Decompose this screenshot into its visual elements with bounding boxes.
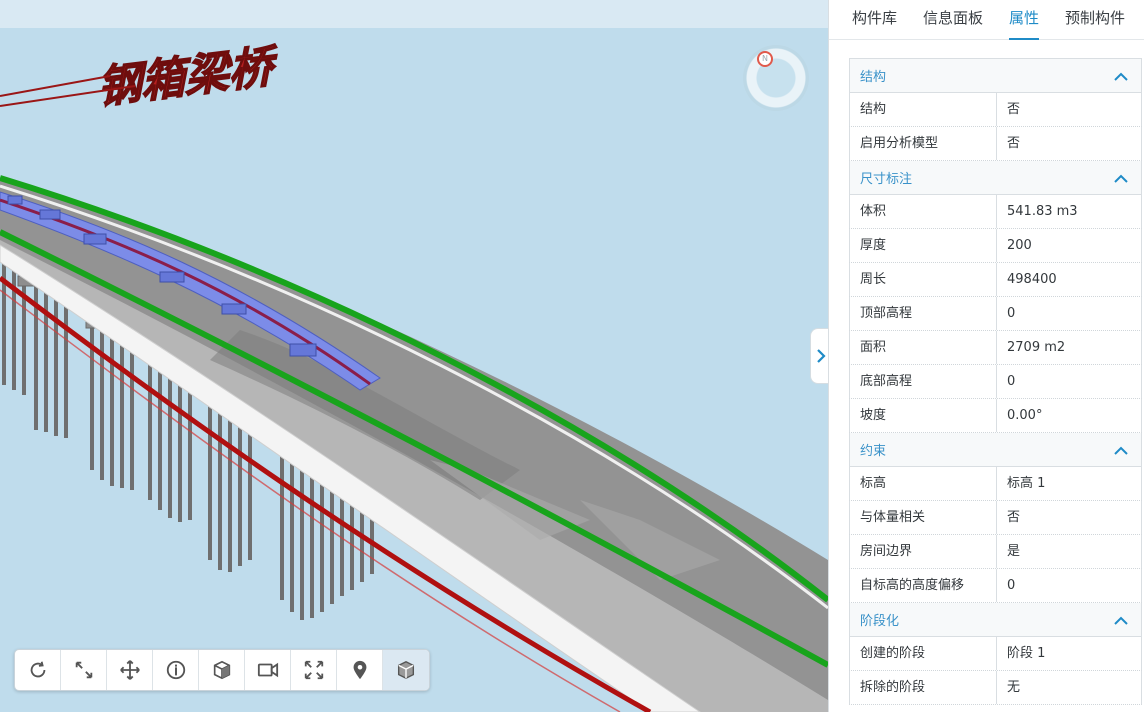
property-key: 体积	[850, 195, 997, 228]
section-title: 尺寸标注	[860, 172, 913, 187]
3d-viewport[interactable]: 钢箱梁桥 N	[0, 0, 828, 712]
tab-properties[interactable]: 属性	[996, 0, 1052, 40]
property-key: 底部高程	[850, 365, 997, 398]
property-row: 标高 标高 1	[849, 467, 1142, 501]
property-key: 面积	[850, 331, 997, 364]
property-row: 面积 2709 m2	[849, 331, 1142, 365]
bridge-model[interactable]: 钢箱梁桥	[0, 0, 828, 712]
property-value: 200	[1007, 238, 1032, 253]
chevron-up-icon	[1114, 72, 1128, 81]
property-key: 拆除的阶段	[850, 671, 997, 704]
property-value: 无	[1007, 680, 1021, 695]
property-row: 体积 541.83 m3	[849, 195, 1142, 229]
fullscreen-icon	[304, 660, 323, 680]
pan-move-icon	[119, 660, 140, 680]
tab-component-library[interactable]: 构件库	[839, 0, 910, 40]
location-pin-icon	[353, 660, 366, 680]
section-header-dimensions[interactable]: 尺寸标注	[849, 161, 1142, 195]
panel-tabs: 构件库 信息面板 属性 预制构件	[829, 0, 1144, 40]
section-box-icon	[213, 660, 230, 680]
property-key: 厚度	[850, 229, 997, 262]
section-header-structure[interactable]: 结构	[849, 59, 1142, 93]
compass-north-icon: N	[757, 51, 773, 67]
property-row: 创建的阶段 阶段 1	[849, 637, 1142, 671]
property-key: 标高	[850, 467, 997, 500]
property-row: 结构 否	[849, 93, 1142, 127]
section-header-constraints[interactable]: 约束	[849, 433, 1142, 467]
property-row: 启用分析模型 否	[849, 127, 1142, 161]
property-row: 底部高程 0	[849, 365, 1142, 399]
property-row: 厚度 200	[849, 229, 1142, 263]
property-key: 坡度	[850, 399, 997, 432]
property-value: 阶段 1	[1007, 646, 1046, 661]
location-button[interactable]	[337, 650, 383, 690]
property-value: 否	[1007, 102, 1021, 117]
chevron-up-icon	[1114, 616, 1128, 625]
scene-3d-text: 钢箱梁桥	[96, 39, 281, 114]
info-icon	[166, 660, 185, 680]
zoom-region-button[interactable]	[61, 650, 107, 690]
property-value: 0	[1007, 306, 1016, 321]
pan-button[interactable]	[107, 650, 153, 690]
property-value: 498400	[1007, 272, 1057, 287]
chevron-right-icon	[816, 349, 826, 363]
view-compass[interactable]: N	[743, 45, 809, 111]
property-value: 541.83 m3	[1007, 204, 1078, 219]
property-row: 顶部高程 0	[849, 297, 1142, 331]
chevron-up-icon	[1114, 446, 1128, 455]
zoom-region-icon	[75, 661, 92, 679]
property-key: 自标高的高度偏移	[850, 569, 997, 602]
model-view-button[interactable]	[383, 650, 429, 690]
chevron-up-icon	[1114, 174, 1128, 183]
tab-prefab-components[interactable]: 预制构件	[1052, 0, 1138, 40]
property-row: 坡度 0.00°	[849, 399, 1142, 433]
section-title: 结构	[860, 70, 887, 85]
model-cube-icon	[397, 660, 415, 680]
property-row: 周长 498400	[849, 263, 1142, 297]
property-value: 0.00°	[1007, 408, 1043, 423]
camera-button[interactable]	[245, 650, 291, 690]
property-key: 房间边界	[850, 535, 997, 568]
property-key: 周长	[850, 263, 997, 296]
camera-icon	[257, 662, 278, 678]
property-row: 拆除的阶段 无	[849, 671, 1142, 705]
property-key: 启用分析模型	[850, 127, 997, 160]
property-value: 否	[1007, 510, 1021, 525]
property-key: 与体量相关	[850, 501, 997, 534]
rotate-icon	[30, 661, 45, 678]
section-title: 阶段化	[860, 614, 900, 629]
section-header-phasing[interactable]: 阶段化	[849, 603, 1142, 637]
panel-collapse-toggle[interactable]	[810, 328, 830, 384]
rotate-button[interactable]	[15, 650, 61, 690]
property-key: 创建的阶段	[850, 637, 997, 670]
viewer-toolbar	[14, 649, 430, 691]
property-row: 自标高的高度偏移 0	[849, 569, 1142, 603]
property-value: 是	[1007, 544, 1021, 559]
tab-info-panel[interactable]: 信息面板	[910, 0, 996, 40]
section-box-button[interactable]	[199, 650, 245, 690]
property-table: 结构 结构 否 启用分析模型 否 尺寸标注 体积 541.83 m3 厚度 20…	[849, 58, 1142, 705]
properties-panel: 构件库 信息面板 属性 预制构件 结构 结构 否 启用分析模型 否 尺寸标注 体…	[828, 0, 1144, 712]
fullscreen-button[interactable]	[291, 650, 337, 690]
property-row: 与体量相关 否	[849, 501, 1142, 535]
property-value: 0	[1007, 374, 1016, 389]
property-value: 0	[1007, 578, 1016, 593]
property-value: 2709 m2	[1007, 340, 1066, 355]
property-value: 标高 1	[1007, 476, 1046, 491]
property-value: 否	[1007, 136, 1021, 151]
info-button[interactable]	[153, 650, 199, 690]
property-key: 结构	[850, 93, 997, 126]
property-key: 顶部高程	[850, 297, 997, 330]
property-row: 房间边界 是	[849, 535, 1142, 569]
section-title: 约束	[860, 444, 887, 459]
